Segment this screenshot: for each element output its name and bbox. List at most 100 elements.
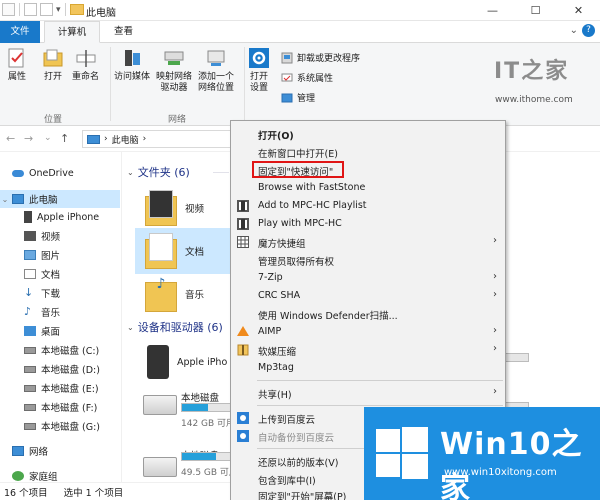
menu-item-share[interactable]: 共享(H) › — [231, 384, 505, 402]
menu-item-label: 还原以前的版本(V) — [258, 458, 339, 469]
back-button[interactable]: ← — [6, 132, 15, 145]
sidebar-item-drive-e[interactable]: 本地磁盘 (E:) — [0, 379, 120, 397]
app-icon[interactable] — [2, 3, 15, 16]
rename-button[interactable]: 重命名 — [72, 47, 99, 83]
sidebar-item-videos[interactable]: 视频 — [0, 227, 120, 245]
sidebar-item-desktop[interactable]: 桌面 — [0, 322, 120, 340]
menu-item-7zip[interactable]: 7-Zip › — [231, 269, 505, 287]
music-folder-icon: ♪ — [145, 276, 177, 312]
folder-tile-documents[interactable]: 文档 — [135, 228, 231, 274]
close-button[interactable]: ✕ — [557, 0, 600, 21]
open-settings-label-1: 打开 — [249, 72, 268, 82]
open-settings-button[interactable]: 打开 设置 — [248, 47, 270, 94]
folder-tile-music[interactable]: ♪ 音乐 — [143, 272, 229, 316]
drive-1-usage-bar — [181, 403, 231, 412]
menu-item-aimp[interactable]: AIMP › — [231, 323, 505, 341]
qat-dropdown-icon[interactable]: ▾ — [56, 5, 61, 15]
sidebar-item-drive-g[interactable]: 本地磁盘 (G:) — [0, 417, 120, 435]
ribbon-tabs: 文件 计算机 查看 ⌄ ? — [0, 21, 600, 43]
sidebar-item-this-pc[interactable]: ⌄ 此电脑 — [0, 190, 120, 208]
collapse-chevron-icon[interactable]: ⌄ — [127, 323, 134, 332]
collapse-chevron-icon[interactable]: ⌄ — [127, 168, 134, 177]
quick-access-toolbar: ▾ — [2, 3, 84, 16]
location-group-label: 位置 — [44, 115, 63, 125]
manage-button[interactable]: 管理 — [281, 91, 315, 104]
menu-item-crc-sha[interactable]: CRC SHA › — [231, 287, 505, 305]
tab-file[interactable]: 文件 — [0, 21, 40, 43]
device-tile-iphone[interactable]: Apple iPho — [143, 342, 233, 382]
menu-separator — [257, 380, 503, 381]
menu-item-ruanmei-zip[interactable]: 软媒压缩 › — [231, 341, 505, 359]
menu-item-defender-scan[interactable]: 使用 Windows Defender扫描... — [231, 305, 505, 323]
tab-view[interactable]: 查看 — [104, 21, 143, 43]
aimp-icon — [237, 326, 249, 336]
up-button[interactable]: ↑ — [60, 132, 69, 145]
access-media-button[interactable]: 访问媒体 — [114, 47, 150, 83]
sidebar-item-onedrive[interactable]: OneDrive — [0, 164, 120, 182]
sidebar-item-label: 家庭组 — [29, 472, 58, 483]
computer-icon — [12, 194, 24, 204]
menu-item-take-ownership[interactable]: 管理员取得所有权 — [231, 251, 505, 269]
download-arrow-icon: ↓ — [24, 286, 34, 299]
map-drive-label-1: 映射网络 — [156, 72, 193, 82]
grid-icon — [237, 236, 249, 248]
menu-item-label: 管理员取得所有权 — [258, 257, 335, 268]
menu-item-faststone[interactable]: Browse with FastStone — [231, 179, 505, 197]
menu-item-open-new-window[interactable]: 在新窗口中打开(E) — [231, 143, 505, 161]
sidebar-item-label: 本地磁盘 (G:) — [41, 422, 100, 433]
menu-item-mpc-playlist[interactable]: Add to MPC-HC Playlist — [231, 197, 505, 215]
path-root-chevron[interactable]: › — [104, 134, 108, 144]
sidebar-item-downloads[interactable]: ↓ 下载 — [0, 284, 120, 302]
sidebar-item-documents[interactable]: 文档 — [0, 265, 120, 283]
menu-item-label: 上传到百度云 — [258, 415, 316, 426]
path-chevron[interactable]: › — [143, 134, 147, 144]
tab-computer[interactable]: 计算机 — [44, 21, 100, 43]
uninstall-program-button[interactable]: 卸载或更改程序 — [281, 51, 360, 64]
map-drive-button[interactable]: 映射网络 驱动器 — [156, 47, 192, 94]
system-properties-label: 系统属性 — [297, 74, 334, 84]
system-properties-button[interactable]: 系统属性 — [281, 71, 333, 84]
menu-item-mofang[interactable]: 魔方快捷组 › — [231, 233, 505, 251]
devices-header-label: 设备和驱动器 (6) — [137, 321, 223, 334]
folder-tile-videos[interactable]: 视频 — [143, 186, 229, 230]
menu-item-mpc-play[interactable]: Play with MPC-HC — [231, 215, 505, 233]
sidebar-item-drive-d[interactable]: 本地磁盘 (D:) — [0, 360, 120, 378]
phone-icon — [24, 211, 32, 223]
sidebar-item-network[interactable]: 网络 — [0, 442, 120, 460]
properties-button[interactable]: 属性 — [6, 47, 28, 83]
folder-label: 文档 — [185, 247, 205, 258]
folders-group-header[interactable]: ⌄ 文件夹 (6) — [127, 164, 190, 180]
recent-locations-button[interactable]: ⌄ — [44, 133, 52, 143]
menu-item-open[interactable]: 打开(O) — [231, 125, 505, 143]
sidebar-item-label: Apple iPhone — [37, 211, 100, 223]
menu-item-label: 在新窗口中打开(E) — [258, 149, 338, 160]
forward-button[interactable]: → — [24, 132, 33, 145]
maximize-button[interactable]: ☐ — [514, 0, 557, 21]
add-network-location-button[interactable]: 添加一个 网络位置 — [198, 47, 234, 94]
minimize-button[interactable]: — — [471, 0, 514, 21]
add-location-label-2: 网络位置 — [198, 83, 235, 93]
this-pc-icon — [87, 134, 100, 144]
drive-icon — [24, 346, 36, 354]
menu-item-mp3tag[interactable]: Mp3tag — [231, 359, 505, 377]
expand-chevron-icon[interactable]: ⌄ — [0, 195, 10, 204]
devices-group-header[interactable]: ⌄ 设备和驱动器 (6) — [127, 319, 223, 335]
address-box[interactable]: › 此电脑 › — [82, 130, 242, 148]
properties-check-icon[interactable] — [24, 3, 37, 16]
new-folder-icon[interactable] — [40, 3, 53, 16]
document-icon — [24, 269, 36, 279]
sidebar-item-drive-f[interactable]: 本地磁盘 (F:) — [0, 398, 120, 416]
ribbon-expand-icon[interactable]: ⌄ — [570, 25, 578, 36]
sidebar-item-iphone[interactable]: Apple iPhone — [0, 208, 120, 226]
sidebar-item-label: 本地磁盘 (C:) — [41, 346, 100, 357]
path-segment[interactable]: 此电脑 — [112, 133, 139, 146]
sidebar-item-drive-c[interactable]: 本地磁盘 (C:) — [0, 341, 120, 359]
open-button[interactable]: 打开 — [42, 47, 64, 83]
folders-header-label: 文件夹 (6) — [137, 166, 190, 179]
open-folder-icon — [43, 49, 63, 67]
sidebar-item-music[interactable]: ♪ 音乐 — [0, 303, 120, 321]
iphone-capacity-bar — [503, 353, 529, 362]
sidebar-item-pictures[interactable]: 图片 — [0, 246, 120, 264]
video-folder-icon — [145, 190, 177, 226]
help-icon[interactable]: ? — [582, 24, 595, 37]
